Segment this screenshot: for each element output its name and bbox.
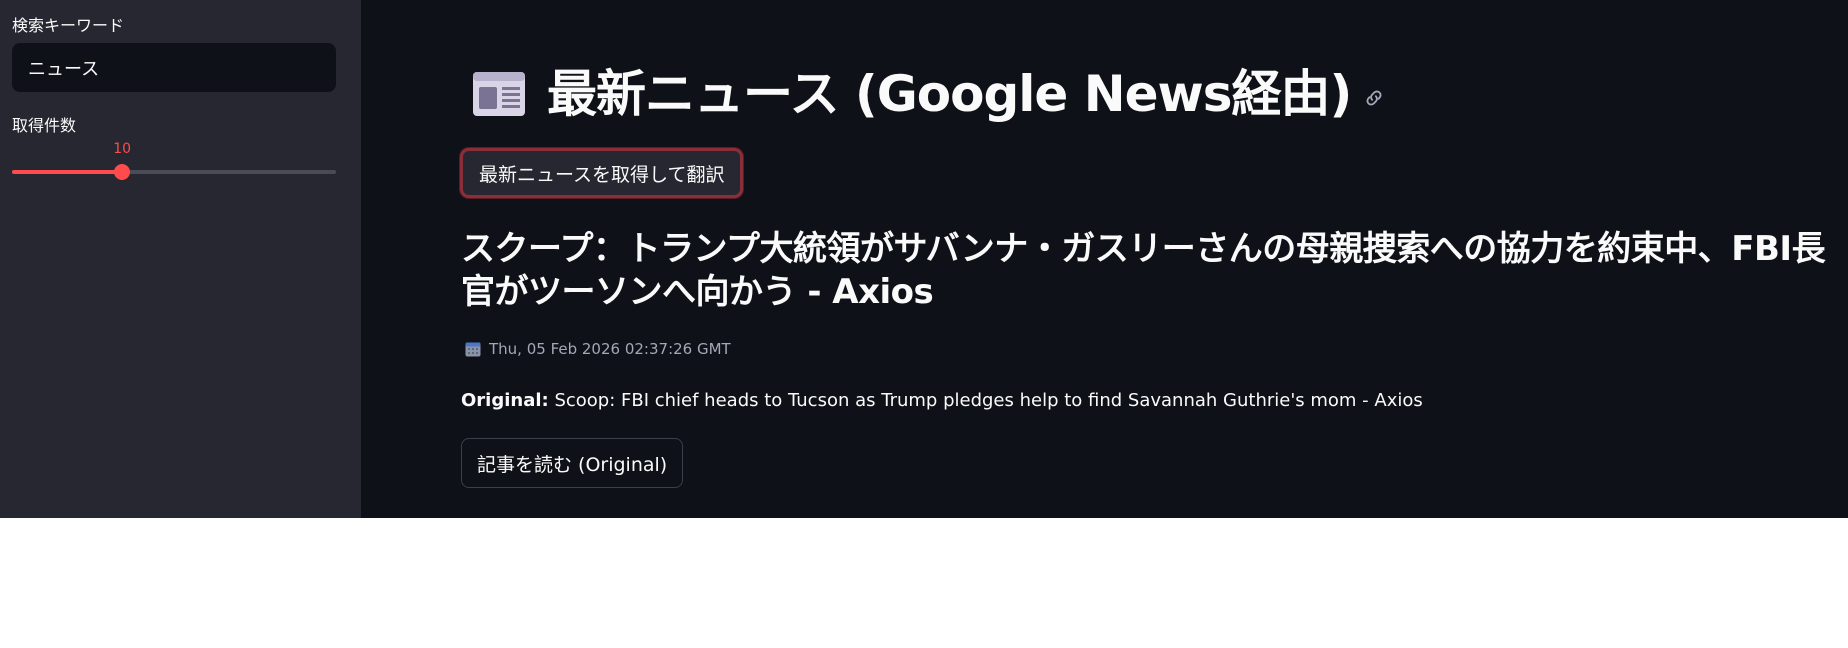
main-content: 最新ニュース (Google News経由) 最新ニュースを取得して翻訳 スクー… (361, 0, 1848, 518)
read-article-button[interactable]: 記事を読む (Original) (461, 438, 684, 488)
fetch-news-button[interactable]: 最新ニュースを取得して翻訳 (460, 148, 744, 198)
article-date-row: Thu, 05 Feb 2026 02:37:26 GMT (465, 340, 731, 358)
calendar-icon (465, 342, 481, 357)
slider-value: 10 (113, 141, 132, 157)
page-title: 最新ニュース (Google News経由) (547, 65, 1352, 123)
article-date: Thu, 05 Feb 2026 02:37:26 GMT (489, 340, 731, 358)
slider-thumb[interactable] (114, 164, 131, 180)
search-keyword-label: 検索キーワード (12, 16, 125, 35)
count-label: 取得件数 (12, 116, 77, 135)
original-title-row: Original: Scoop: FBI chief heads to Tucs… (461, 388, 1423, 414)
search-keyword-input[interactable] (12, 43, 336, 92)
original-text: Scoop: FBI chief heads to Tucson as Trum… (548, 390, 1423, 411)
article-headline: スクープ：トランプ大統領がサバンナ・ガスリーさんの母親捜索への協力を約束中、FB… (461, 229, 1826, 312)
newspaper-icon (473, 72, 525, 116)
slider-fill (12, 170, 123, 174)
link-icon[interactable] (1363, 87, 1385, 109)
slider-track[interactable] (12, 164, 336, 180)
title-row: 最新ニュース (Google News経由) (471, 58, 1385, 130)
count-slider[interactable]: 10 (12, 140, 336, 180)
original-label: Original: (461, 390, 549, 411)
app-window: 検索キーワード 取得件数 10 最新ニュース (Google News経由) (0, 0, 1848, 518)
sidebar: 検索キーワード 取得件数 10 (0, 0, 361, 518)
